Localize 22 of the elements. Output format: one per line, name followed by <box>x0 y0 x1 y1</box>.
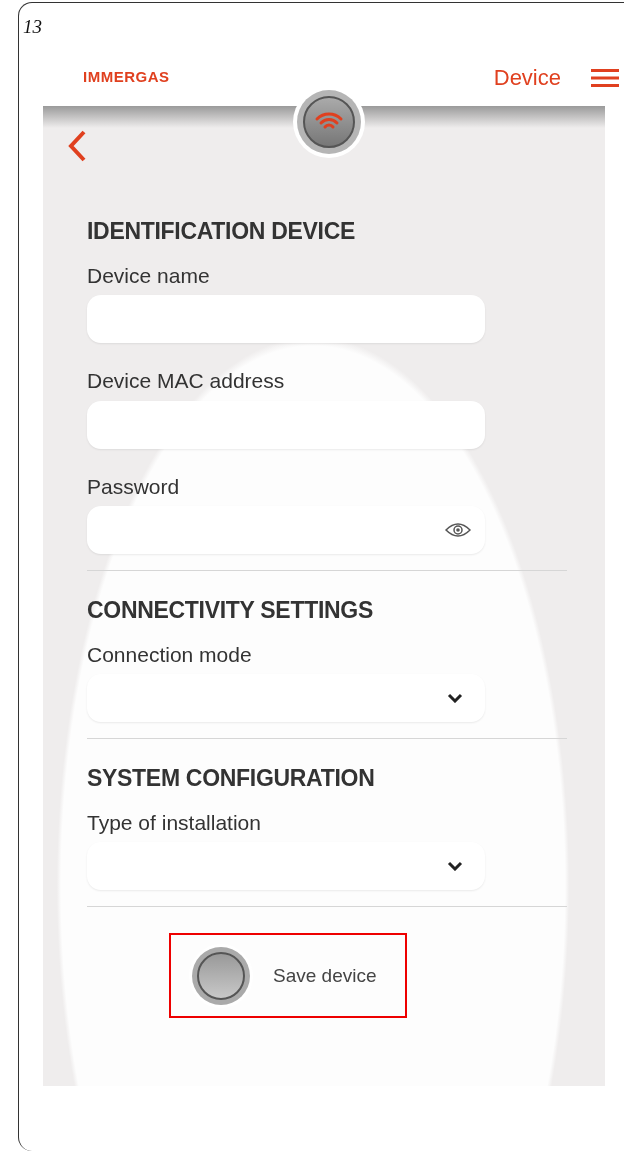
input-field[interactable] <box>87 674 485 723</box>
section-heading: SYSTEM CONFIGURATION <box>87 765 376 793</box>
field-label: Type of installation <box>87 809 262 836</box>
page-number: 13 <box>23 15 42 39</box>
save-button[interactable]: Save device <box>169 933 407 1019</box>
chevron-down-icon <box>447 861 463 872</box>
brand-logo: IMMERGAS <box>83 67 170 88</box>
back-icon[interactable] <box>67 130 87 162</box>
input-field[interactable] <box>87 400 485 449</box>
field-label: Password <box>87 473 181 500</box>
section-heading: CONNECTIVITY SETTINGS <box>87 597 374 625</box>
section-heading: IDENTIFICATION DEVICE <box>87 218 356 246</box>
input-field[interactable] <box>87 506 485 555</box>
input-field[interactable] <box>87 295 485 344</box>
chevron-down-icon <box>447 693 463 704</box>
eye-icon[interactable] <box>445 522 471 539</box>
field-label: Device name <box>87 262 211 289</box>
page-title: Device <box>493 64 561 92</box>
menu-icon[interactable] <box>591 67 619 88</box>
field-label: Connection mode <box>87 641 253 668</box>
field-label: Device MAC address <box>87 368 286 395</box>
input-field[interactable] <box>87 842 485 891</box>
